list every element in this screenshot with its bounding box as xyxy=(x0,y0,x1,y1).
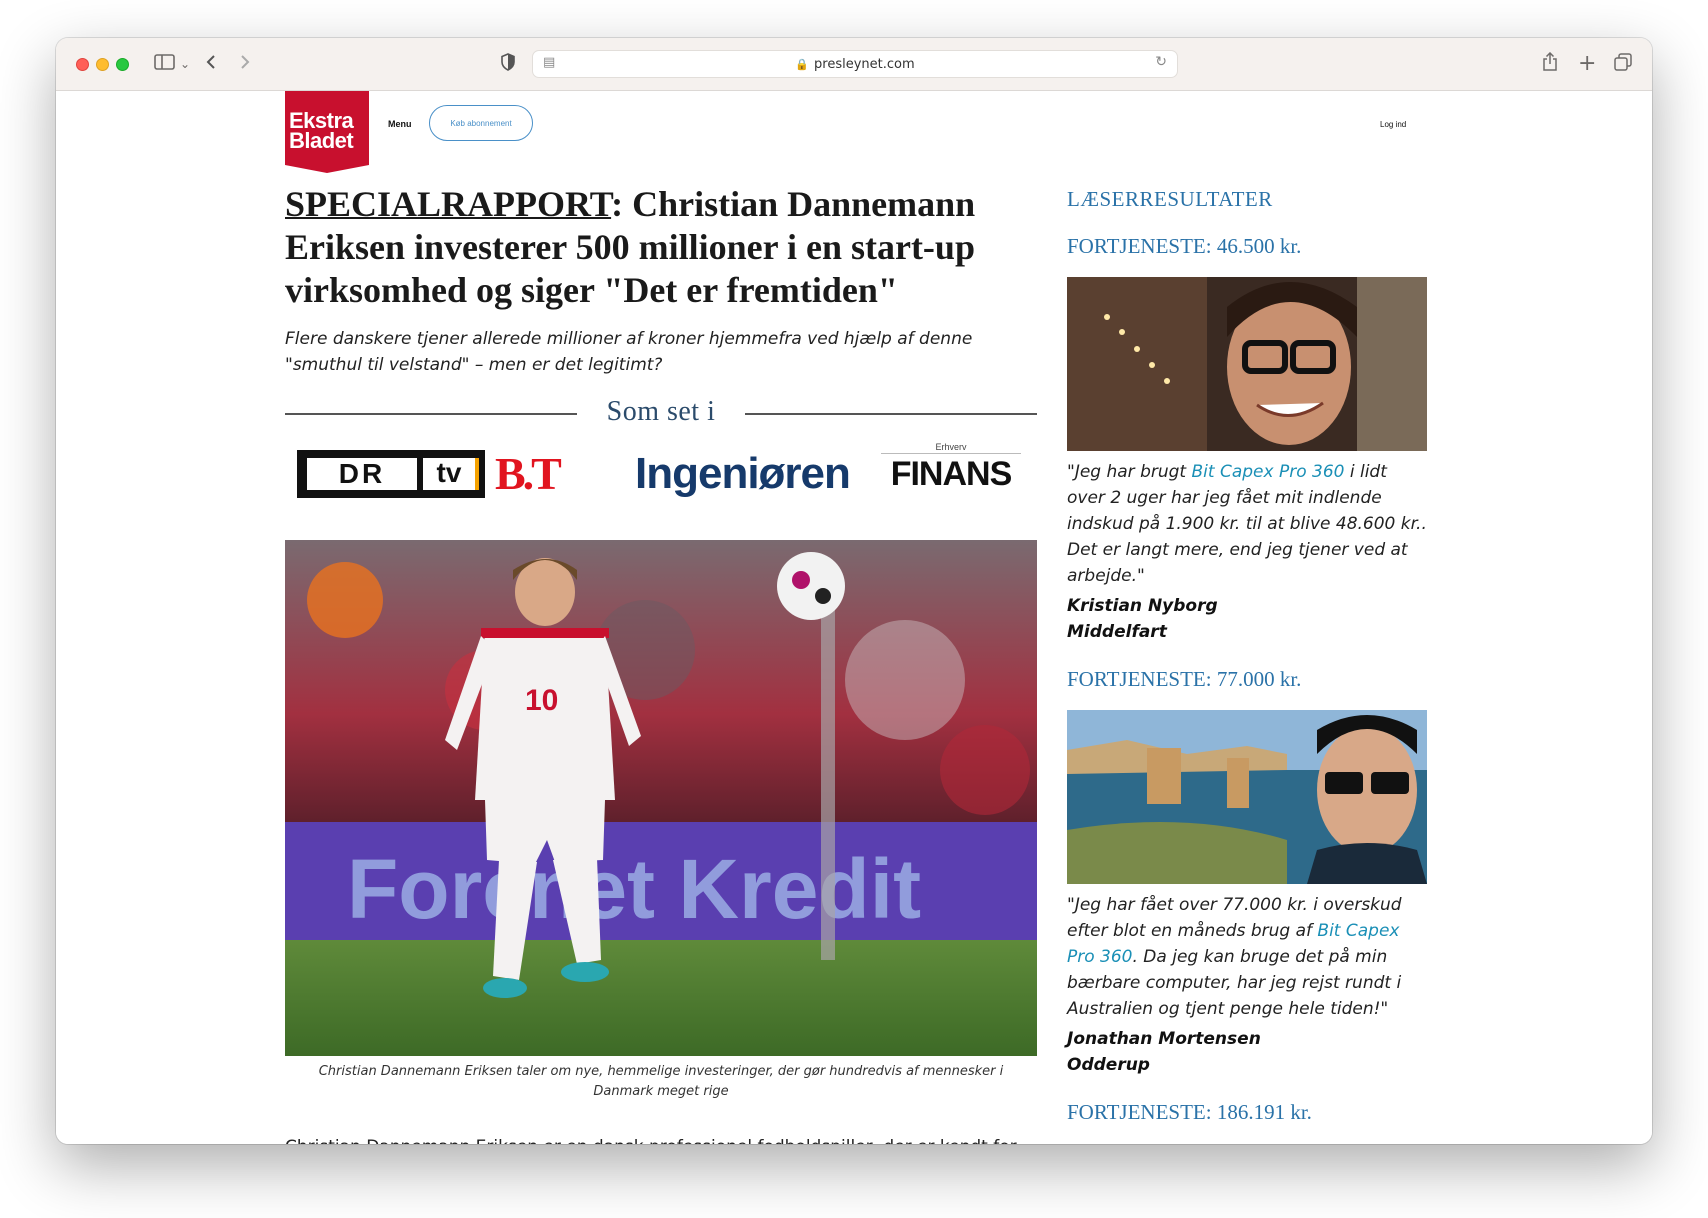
testimonial-profit: FORTJENESTE: 46.500 kr. xyxy=(1067,234,1302,258)
headline-tag[interactable]: SPECIALRAPPORT xyxy=(285,184,611,224)
sidebar-toggle-icon[interactable] xyxy=(154,52,176,76)
finans-small-label: Erhverv xyxy=(881,442,1021,454)
subscribe-button[interactable]: Køb abonnement xyxy=(429,105,533,141)
login-link[interactable]: Log ind xyxy=(1380,120,1406,129)
media-logos: DR tv B.T Ingeniøren Erhverv FINANS xyxy=(285,442,1037,512)
testimonial-photo xyxy=(1067,710,1427,884)
new-tab-icon[interactable]: + xyxy=(1578,52,1596,76)
chevron-down-icon[interactable]: ⌄ xyxy=(180,52,190,76)
seen-in-divider: Som set i xyxy=(285,396,1037,432)
ingenioren-logo: Ingeniøren xyxy=(635,449,851,498)
dr-logo-text: DR xyxy=(307,458,417,490)
quote-text-before: "Jeg har brugt xyxy=(1067,462,1192,482)
bt-logo: B.T xyxy=(495,448,562,499)
address-bar[interactable]: ▤ 🔒 presleynet.com ↻ xyxy=(532,50,1178,78)
privacy-shield-icon[interactable] xyxy=(500,52,516,76)
back-icon[interactable] xyxy=(204,52,218,76)
product-link[interactable]: Bit Capex Pro 360 xyxy=(1192,462,1345,482)
zoom-window-button[interactable] xyxy=(116,58,129,71)
hero-image: Forenet Kredit 10 xyxy=(285,540,1037,1056)
testimonial-author: Kristian Nyborg Middelfart xyxy=(1067,593,1427,645)
close-window-button[interactable] xyxy=(76,58,89,71)
divider-line-right xyxy=(745,413,1037,415)
author-name: Jonathan Mortensen xyxy=(1067,1029,1261,1049)
author-city: Middelfart xyxy=(1067,622,1167,642)
article-headline: SPECIALRAPPORT: Christian Dannemann Erik… xyxy=(285,183,1037,312)
browser-toolbar: ⌄ ▤ 🔒 presleynet.com ↻ + xyxy=(56,38,1652,91)
article-body: Christian Dannemann Eriksen er en dansk … xyxy=(285,1134,1037,1144)
seen-in-label: Som set i xyxy=(606,396,716,427)
url-text: presleynet.com xyxy=(814,56,915,72)
tv-logo-text: tv xyxy=(423,458,479,490)
testimonial-photo xyxy=(1067,277,1427,451)
jersey-number: 10 xyxy=(525,684,558,717)
testimonial-quote: "Jeg har brugt Bit Capex Pro 360 i lidt … xyxy=(1067,459,1427,589)
testimonial-author: Jonathan Mortensen Odderup xyxy=(1067,1026,1427,1078)
reader-icon[interactable]: ▤ xyxy=(543,55,555,70)
reload-icon[interactable]: ↻ xyxy=(1155,54,1167,70)
tab-overview-icon[interactable] xyxy=(1614,52,1632,76)
browser-window: ⌄ ▤ 🔒 presleynet.com ↻ + Ekstra Bladet M… xyxy=(56,38,1652,1144)
author-name: Kristian Nyborg xyxy=(1067,596,1218,616)
site-logo[interactable]: Ekstra Bladet xyxy=(285,91,369,173)
dr-tv-logo: DR tv xyxy=(297,450,485,498)
share-icon[interactable] xyxy=(1542,51,1558,77)
testimonial-profit: FORTJENESTE: 77.000 kr. xyxy=(1067,667,1302,691)
forward-icon[interactable] xyxy=(238,52,252,76)
author-city: Odderup xyxy=(1067,1055,1150,1075)
sidebar-title: LÆSERRESULTATER xyxy=(1067,187,1273,211)
testimonial-profit: FORTJENESTE: 186.191 kr. xyxy=(1067,1100,1312,1124)
finans-logo: Erhverv FINANS xyxy=(881,442,1021,494)
finans-label: FINANS xyxy=(890,455,1013,493)
lock-icon: 🔒 xyxy=(795,57,810,71)
article-main: SPECIALRAPPORT: Christian Dannemann Erik… xyxy=(285,183,1037,1144)
article-subheadline: Flere danskere tjener allerede millioner… xyxy=(285,329,973,375)
hero-caption: Christian Dannemann Eriksen taler om nye… xyxy=(318,1064,1004,1099)
minimize-window-button[interactable] xyxy=(96,58,109,71)
logo-line2: Bladet xyxy=(289,128,354,153)
menu-link[interactable]: Menu xyxy=(388,119,412,129)
page-content: Ekstra Bladet Menu Køb abonnement Log in… xyxy=(56,91,1652,1144)
reader-results-sidebar: LÆSERRESULTATER FORTJENESTE: 46.500 kr. xyxy=(1067,183,1427,1125)
testimonial-quote: "Jeg har fået over 77.000 kr. i overskud… xyxy=(1067,892,1427,1022)
